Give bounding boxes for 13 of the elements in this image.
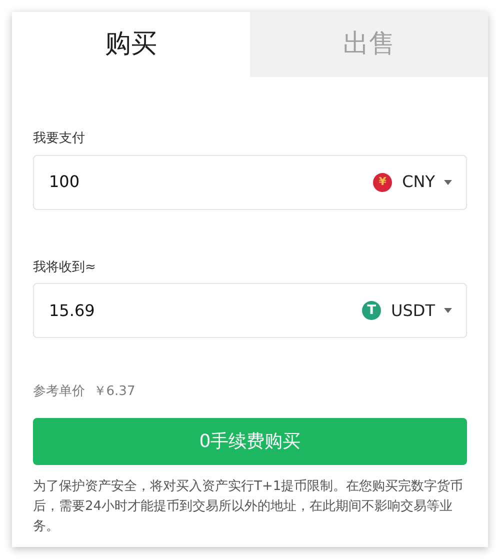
field-label: 我将收到≈ [33,258,96,276]
yuan-coin-icon: ¥ [373,172,392,192]
notice-text: 为了保护资产安全，将对买入资产实行T+1提币限制。在您购买完数字货币后，需要24小时才能提币到交易所以外的地址，在此期间不影响交易等业务。 [33,478,464,536]
amount-field[interactable]: 100 ¥ CNY [33,154,467,210]
caret-icon [444,308,452,313]
currency-selector[interactable]: T USDT [362,298,452,322]
field-label: 我要支付 [33,130,85,148]
currency-selector[interactable]: ¥ CNY [373,170,452,194]
tether-coin-icon: T [362,301,382,320]
tab[interactable]: 购买 [12,12,250,77]
caret-icon [444,180,452,184]
reference-price: 参考单价 ￥6.37 [33,383,136,401]
amount-field[interactable]: 15.69 T USDT [33,283,467,338]
